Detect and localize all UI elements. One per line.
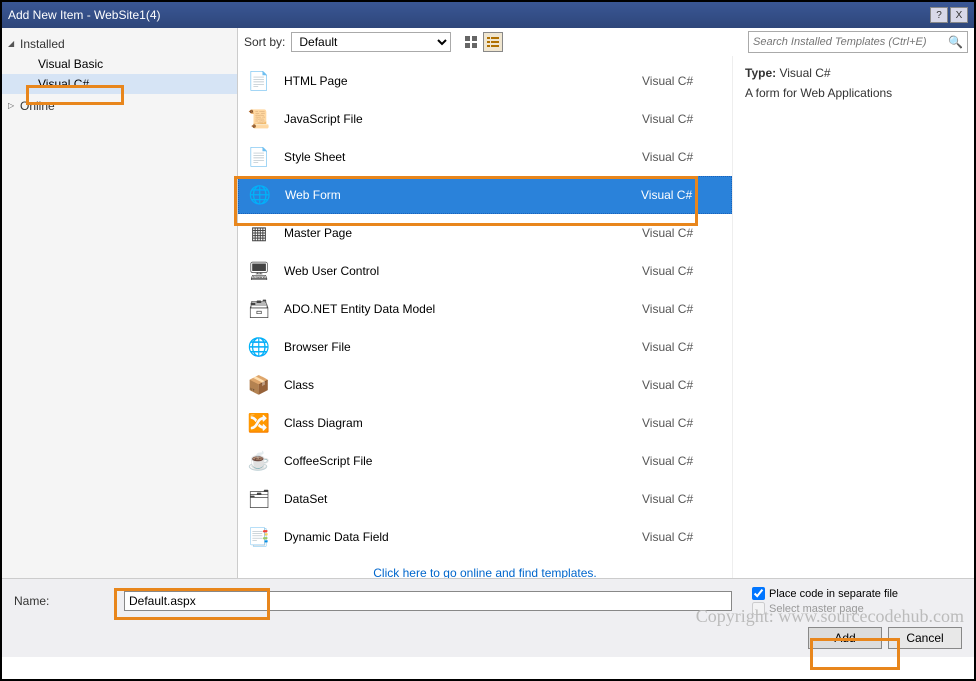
detail-type-label: Type:: [745, 66, 776, 80]
expand-icon: ▷: [8, 101, 14, 110]
template-row[interactable]: ▦ Master Page Visual C#: [238, 214, 732, 252]
template-lang: Visual C#: [642, 340, 722, 354]
bottom-panel: Name: Place code in separate file Select…: [2, 578, 974, 657]
collapse-icon: ◢: [8, 39, 14, 48]
template-name: Class: [284, 378, 630, 392]
view-list-button[interactable]: [483, 32, 503, 52]
detail-type-value: Visual C#: [779, 66, 830, 80]
template-icon: ☕: [246, 448, 272, 474]
name-label: Name:: [14, 594, 114, 608]
template-lang: Visual C#: [641, 188, 721, 202]
detail-description: A form for Web Applications: [745, 86, 962, 100]
checkbox-separate-file[interactable]: [752, 587, 765, 600]
template-lang: Visual C#: [642, 74, 722, 88]
detail-pane: Type: Visual C# A form for Web Applicati…: [732, 56, 974, 578]
online-templates-link[interactable]: Click here to go online and find templat…: [373, 566, 596, 578]
toolbar: Sort by: Default 🔍: [238, 28, 974, 56]
checkbox-master-page: [752, 602, 765, 615]
name-input[interactable]: [124, 591, 732, 611]
template-icon: 🗂: [246, 486, 272, 512]
template-name: Dynamic Data Field: [284, 530, 630, 544]
template-list[interactable]: 📄 HTML Page Visual C# 📜 JavaScript File Visua…: [238, 56, 732, 578]
sort-select[interactable]: Default: [291, 32, 451, 52]
template-lang: Visual C#: [642, 454, 722, 468]
template-lang: Visual C#: [642, 150, 722, 164]
template-row[interactable]: 📄 Style Sheet Visual C#: [238, 138, 732, 176]
opt-master-page: Select master page: [752, 602, 962, 615]
template-icon: 📄: [246, 144, 272, 170]
search-input[interactable]: [753, 36, 948, 48]
template-row[interactable]: 🖥 Web User Control Visual C#: [238, 252, 732, 290]
template-icon: 🖥: [246, 258, 272, 284]
search-box[interactable]: 🔍: [748, 31, 968, 53]
titlebar-buttons: ? X: [930, 7, 968, 23]
search-icon[interactable]: 🔍: [948, 35, 963, 49]
sidebar: ◢ Installed Visual Basic Visual C# ▷ Onl…: [2, 28, 238, 578]
template-icon: ▦: [246, 220, 272, 246]
template-icon: 📜: [246, 106, 272, 132]
template-name: HTML Page: [284, 74, 630, 88]
sidebar-item-vb[interactable]: Visual Basic: [2, 54, 237, 74]
template-name: Browser File: [284, 340, 630, 354]
template-row[interactable]: 📦 Class Visual C#: [238, 366, 732, 404]
template-icon: 📑: [246, 524, 272, 550]
template-row[interactable]: 📄 HTML Page Visual C#: [238, 62, 732, 100]
template-name: JavaScript File: [284, 112, 630, 126]
opt-separate-file[interactable]: Place code in separate file: [752, 587, 962, 600]
sidebar-online[interactable]: ▷ Online: [2, 96, 237, 116]
template-name: CoffeeScript File: [284, 454, 630, 468]
sort-label: Sort by:: [244, 35, 285, 49]
view-grid-button[interactable]: [461, 32, 481, 52]
template-lang: Visual C#: [642, 492, 722, 506]
template-row[interactable]: 🌐 Web Form Visual C#: [238, 176, 732, 214]
template-icon: 🗃: [246, 296, 272, 322]
template-icon: 📄: [246, 68, 272, 94]
template-row[interactable]: 🔀 Class Diagram Visual C#: [238, 404, 732, 442]
template-name: Style Sheet: [284, 150, 630, 164]
titlebar: Add New Item - WebSite1(4) ? X: [2, 2, 974, 28]
sidebar-item-csharp[interactable]: Visual C#: [2, 74, 237, 94]
list-icon: [487, 36, 499, 48]
template-name: Class Diagram: [284, 416, 630, 430]
template-row[interactable]: 🌐 Browser File Visual C#: [238, 328, 732, 366]
grid-icon: [465, 36, 477, 48]
template-name: ADO.NET Entity Data Model: [284, 302, 630, 316]
template-row[interactable]: 🗃 ADO.NET Entity Data Model Visual C#: [238, 290, 732, 328]
template-lang: Visual C#: [642, 416, 722, 430]
template-name: Master Page: [284, 226, 630, 240]
template-icon: 🌐: [247, 182, 273, 208]
template-row[interactable]: 📑 Dynamic Data Field Visual C#: [238, 518, 732, 556]
template-lang: Visual C#: [642, 378, 722, 392]
template-lang: Visual C#: [642, 226, 722, 240]
sidebar-installed[interactable]: ◢ Installed: [2, 34, 237, 54]
close-button[interactable]: X: [950, 7, 968, 23]
template-icon: 📦: [246, 372, 272, 398]
window-title: Add New Item - WebSite1(4): [8, 8, 930, 22]
cancel-button[interactable]: Cancel: [888, 627, 962, 649]
template-row[interactable]: ☕ CoffeeScript File Visual C#: [238, 442, 732, 480]
template-row[interactable]: 📜 JavaScript File Visual C#: [238, 100, 732, 138]
template-name: Web Form: [285, 188, 629, 202]
template-lang: Visual C#: [642, 530, 722, 544]
template-name: DataSet: [284, 492, 630, 506]
template-lang: Visual C#: [642, 302, 722, 316]
template-lang: Visual C#: [642, 112, 722, 126]
help-button[interactable]: ?: [930, 7, 948, 23]
template-icon: 🌐: [246, 334, 272, 360]
template-name: Web User Control: [284, 264, 630, 278]
template-row[interactable]: 🗂 DataSet Visual C#: [238, 480, 732, 518]
template-lang: Visual C#: [642, 264, 722, 278]
add-button[interactable]: Add: [808, 627, 882, 649]
template-icon: 🔀: [246, 410, 272, 436]
